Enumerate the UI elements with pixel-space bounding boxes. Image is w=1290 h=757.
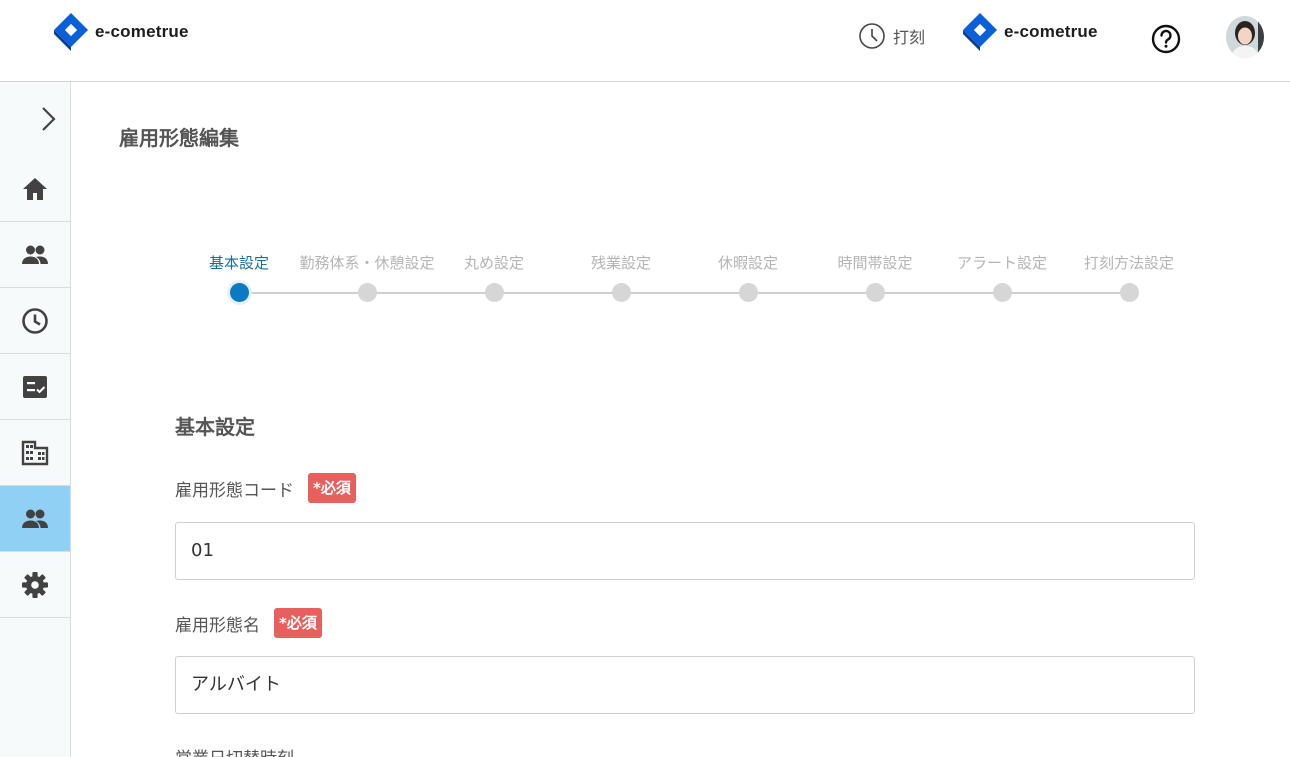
employment-code-label: 雇用形態コード *必須 [175,473,356,503]
stamp-label: 打刻 [893,28,926,47]
employment-name-label: 雇用形態名 *必須 [175,608,322,638]
top-header: e-cometrue 打刻 e-cometrue [0,0,1290,82]
clock-icon [22,307,48,334]
required-badge: *必須 [274,608,322,638]
app-logo[interactable]: e-cometrue [53,12,189,52]
page-title: 雇用形態編集 [119,126,239,150]
step-dot [485,283,504,302]
step-dot [358,283,377,302]
sidebar-item-settings[interactable] [0,552,70,618]
users-icon [22,509,48,528]
field-label-text: 雇用形態名 [175,615,260,636]
business-day-switch-label: 営業日切替時刻 [175,744,294,757]
main-content: 雇用形態編集 基本設定 勤務体系・休憩設定 丸め設定 残業設定 休暇設定 時間帯… [71,82,1290,757]
section-title: 基本設定 [175,415,255,439]
field-label-text: 雇用形態コード [175,480,294,501]
sidebar-item-home[interactable] [0,156,70,222]
chevron-right-icon [42,107,56,131]
brand-logo: e-cometrue [962,12,1098,52]
step-dot [739,283,758,302]
step-dot [1120,283,1139,302]
step-dot [866,283,885,302]
step-label: 打刻方法設定 [1083,254,1174,272]
sidebar-item-requests[interactable] [0,354,70,420]
user-avatar[interactable] [1226,16,1264,58]
step-dot [230,283,249,302]
home-icon [23,177,47,200]
users-icon [22,245,48,264]
required-badge: *必須 [308,473,356,503]
logo-mark-icon [963,13,997,51]
step-stamp-method[interactable]: 打刻方法設定 [1054,252,1204,302]
checklist-icon [23,375,47,398]
sidebar-item-employment-types[interactable] [0,486,70,552]
step-dot [612,283,631,302]
help-icon[interactable] [1151,24,1181,54]
setup-stepper: 基本設定 勤務体系・休憩設定 丸め設定 残業設定 休暇設定 時間帯設定 アラート… [71,252,1290,312]
logo-mark-icon [54,13,88,51]
sidebar [0,82,71,757]
user-photo-icon [1226,16,1264,58]
sidebar-item-company[interactable] [0,420,70,486]
sidebar-toggle-button[interactable] [0,82,70,156]
step-dot [993,283,1012,302]
sidebar-item-attendance[interactable] [0,288,70,354]
brand-text: e-cometrue [1004,22,1098,41]
building-icon [21,440,49,465]
gear-icon [22,571,48,598]
sidebar-item-employees[interactable] [0,222,70,288]
clock-icon [859,23,885,49]
employment-code-input[interactable]: 01 [175,522,1195,580]
employment-name-input[interactable]: アルバイト [175,656,1195,714]
stamp-button[interactable]: 打刻 [858,22,925,50]
logo-text: e-cometrue [95,22,189,41]
